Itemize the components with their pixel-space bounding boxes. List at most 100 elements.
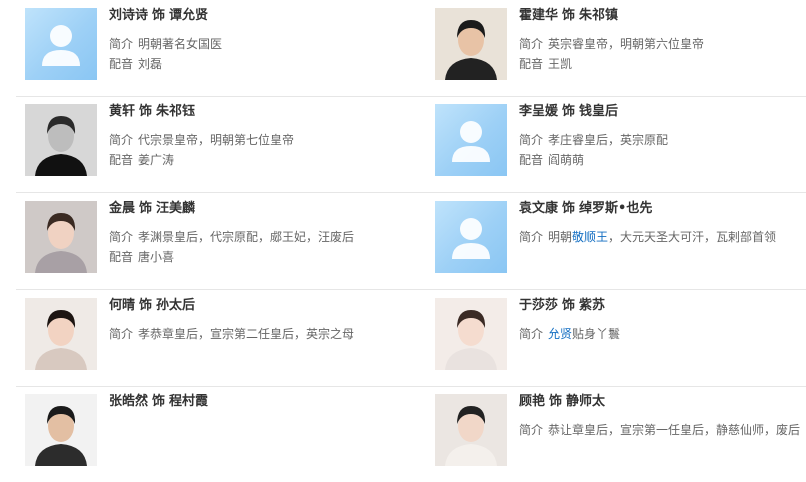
intro-line: 简介 恭让章皇后，宣宗第一任皇后，静慈仙师，废后 [519, 420, 806, 440]
intro-line: 简介 明朝著名女国医 [109, 34, 405, 54]
cast-item: 于莎莎饰紫苏 简介 允贤贴身丫鬟 [435, 290, 806, 386]
cast-item: 黄轩饰朱祁钰 简介 代宗景皇帝，明朝第七位皇帝 配音 姜广涛 [25, 96, 405, 192]
actor-photo[interactable] [25, 201, 97, 273]
cast-item: 袁文康饰绰罗斯•也先 简介 明朝敬顺王，大元天圣大可汗，瓦剌部首领 [435, 193, 806, 289]
plays-label: 饰 [549, 394, 563, 409]
cast-info: 张皓然饰程村霞 [109, 394, 405, 410]
voice-actor: 刘磊 [138, 57, 163, 71]
actor-name[interactable]: 袁文康 [519, 201, 558, 216]
intro-text: 贴身丫鬟 [572, 327, 621, 341]
intro-link[interactable]: 允贤 [548, 327, 572, 341]
actor-name[interactable]: 金晨 [109, 201, 135, 216]
cast-info: 顾艳饰静师太 简介 恭让章皇后，宣宗第一任皇后，静慈仙师，废后 [519, 394, 806, 440]
avatar-placeholder-icon[interactable] [25, 8, 97, 80]
plays-label: 饰 [562, 104, 576, 119]
role-name[interactable]: 汪美麟 [156, 201, 195, 216]
intro-label: 简介 [109, 327, 134, 341]
avatar-placeholder-icon[interactable] [435, 104, 507, 176]
actor-photo[interactable] [25, 298, 97, 370]
intro-label: 简介 [109, 37, 134, 51]
voice-line: 配音 刘磊 [109, 54, 405, 74]
intro-text: 孝庄睿皇后，英宗原配 [548, 133, 669, 147]
voice-line: 配音 姜广涛 [109, 150, 405, 170]
plays-label: 饰 [562, 8, 576, 23]
actor-name[interactable]: 于莎莎 [519, 298, 558, 313]
intro-line: 简介 孝恭章皇后，宣宗第二任皇后，英宗之母 [109, 324, 405, 344]
intro-link[interactable]: 敬顺王 [572, 230, 608, 244]
cast-title: 黄轩饰朱祁钰 [109, 104, 405, 120]
cast-item: 顾艳饰静师太 简介 恭让章皇后，宣宗第一任皇后，静慈仙师，废后 [435, 386, 806, 482]
actor-name[interactable]: 黄轩 [109, 104, 135, 119]
role-name[interactable]: 绰罗斯•也先 [579, 201, 652, 216]
plays-label: 饰 [139, 201, 153, 216]
intro-label: 简介 [519, 37, 544, 51]
intro-text: 孝渊景皇后，代宗原配，郕王妃，汪废后 [138, 230, 355, 244]
intro-label: 简介 [109, 133, 134, 147]
actor-photo[interactable] [435, 394, 507, 466]
role-name[interactable]: 紫苏 [579, 298, 605, 313]
cast-item: 张皓然饰程村霞 [25, 386, 405, 482]
cast-row: 张皓然饰程村霞 顾艳饰静师太 简介 恭让章皇后，宣宗第一任皇后，静慈仙师，废后 [16, 386, 806, 482]
cast-info: 何晴饰孙太后 简介 孝恭章皇后，宣宗第二任皇后，英宗之母 [109, 298, 405, 344]
actor-name[interactable]: 李呈媛 [519, 104, 558, 119]
intro-text: ，大元天圣大可汗，瓦剌部首领 [608, 230, 777, 244]
cast-title: 顾艳饰静师太 [519, 394, 806, 410]
role-name[interactable]: 朱祁钰 [156, 104, 195, 119]
cast-row: 刘诗诗饰谭允贤 简介 明朝著名女国医 配音 刘磊 霍建华饰朱祁镇 简介 英宗睿皇帝，明朝第六… [16, 0, 806, 97]
actor-name[interactable]: 顾艳 [519, 394, 545, 409]
intro-text: 明朝 [548, 230, 573, 244]
role-name[interactable]: 谭允贤 [169, 8, 208, 23]
intro-label: 简介 [519, 230, 544, 244]
actor-name[interactable]: 张皓然 [109, 394, 148, 409]
cast-info: 黄轩饰朱祁钰 简介 代宗景皇帝，明朝第七位皇帝 配音 姜广涛 [109, 104, 405, 170]
actor-photo[interactable] [435, 298, 507, 370]
cast-row: 黄轩饰朱祁钰 简介 代宗景皇帝，明朝第七位皇帝 配音 姜广涛 李呈媛饰钱皇后 简介 孝庄睿皇… [16, 96, 806, 193]
actor-photo[interactable] [25, 394, 97, 466]
role-name[interactable]: 钱皇后 [579, 104, 618, 119]
intro-label: 简介 [519, 423, 544, 437]
voice-label: 配音 [109, 250, 134, 264]
intro-text: 明朝著名女国医 [138, 37, 223, 51]
voice-label: 配音 [109, 153, 134, 167]
intro-line: 简介 允贤贴身丫鬟 [519, 324, 806, 344]
role-name[interactable]: 朱祁镇 [579, 8, 618, 23]
actor-name[interactable]: 霍建华 [519, 8, 558, 23]
plays-label: 饰 [152, 394, 166, 409]
voice-actor: 王凯 [548, 57, 573, 71]
cast-item: 霍建华饰朱祁镇 简介 英宗睿皇帝，明朝第六位皇帝 配音 王凯 [435, 0, 806, 96]
voice-actor: 阎萌萌 [548, 153, 585, 167]
intro-text: 孝恭章皇后，宣宗第二任皇后，英宗之母 [138, 327, 355, 341]
intro-text: 恭让章皇后，宣宗第一任皇后，静慈仙师，废后 [548, 423, 801, 437]
actor-name[interactable]: 何晴 [109, 298, 135, 313]
intro-line: 简介 代宗景皇帝，明朝第七位皇帝 [109, 130, 405, 150]
cast-item: 何晴饰孙太后 简介 孝恭章皇后，宣宗第二任皇后，英宗之母 [25, 290, 405, 386]
intro-label: 简介 [109, 230, 134, 244]
cast-info: 李呈媛饰钱皇后 简介 孝庄睿皇后，英宗原配 配音 阎萌萌 [519, 104, 806, 170]
actor-name[interactable]: 刘诗诗 [109, 8, 148, 23]
avatar-placeholder-icon[interactable] [435, 201, 507, 273]
voice-line: 配音 唐小喜 [109, 247, 405, 267]
cast-title: 于莎莎饰紫苏 [519, 298, 806, 314]
cast-item: 李呈媛饰钱皇后 简介 孝庄睿皇后，英宗原配 配音 阎萌萌 [435, 96, 806, 192]
role-name[interactable]: 静师太 [566, 394, 605, 409]
intro-label: 简介 [519, 327, 544, 341]
intro-line: 简介 明朝敬顺王，大元天圣大可汗，瓦剌部首领 [519, 227, 806, 247]
intro-label: 简介 [519, 133, 544, 147]
cast-row: 金晨饰汪美麟 简介 孝渊景皇后，代宗原配，郕王妃，汪废后 配音 唐小喜 袁文康饰绰罗斯•… [16, 193, 806, 290]
plays-label: 饰 [139, 298, 153, 313]
intro-line: 简介 孝庄睿皇后，英宗原配 [519, 130, 806, 150]
actor-photo[interactable] [25, 104, 97, 176]
cast-title: 何晴饰孙太后 [109, 298, 405, 314]
plays-label: 饰 [139, 104, 153, 119]
role-name[interactable]: 程村霞 [169, 394, 208, 409]
plays-label: 饰 [152, 8, 166, 23]
cast-item: 金晨饰汪美麟 简介 孝渊景皇后，代宗原配，郕王妃，汪废后 配音 唐小喜 [25, 193, 405, 289]
role-name[interactable]: 孙太后 [156, 298, 195, 313]
voice-actor: 姜广涛 [138, 153, 175, 167]
cast-title: 李呈媛饰钱皇后 [519, 104, 806, 120]
voice-label: 配音 [519, 57, 544, 71]
voice-label: 配音 [519, 153, 544, 167]
actor-photo[interactable] [435, 8, 507, 80]
cast-title: 刘诗诗饰谭允贤 [109, 8, 405, 24]
intro-line: 简介 孝渊景皇后，代宗原配，郕王妃，汪废后 [109, 227, 405, 247]
